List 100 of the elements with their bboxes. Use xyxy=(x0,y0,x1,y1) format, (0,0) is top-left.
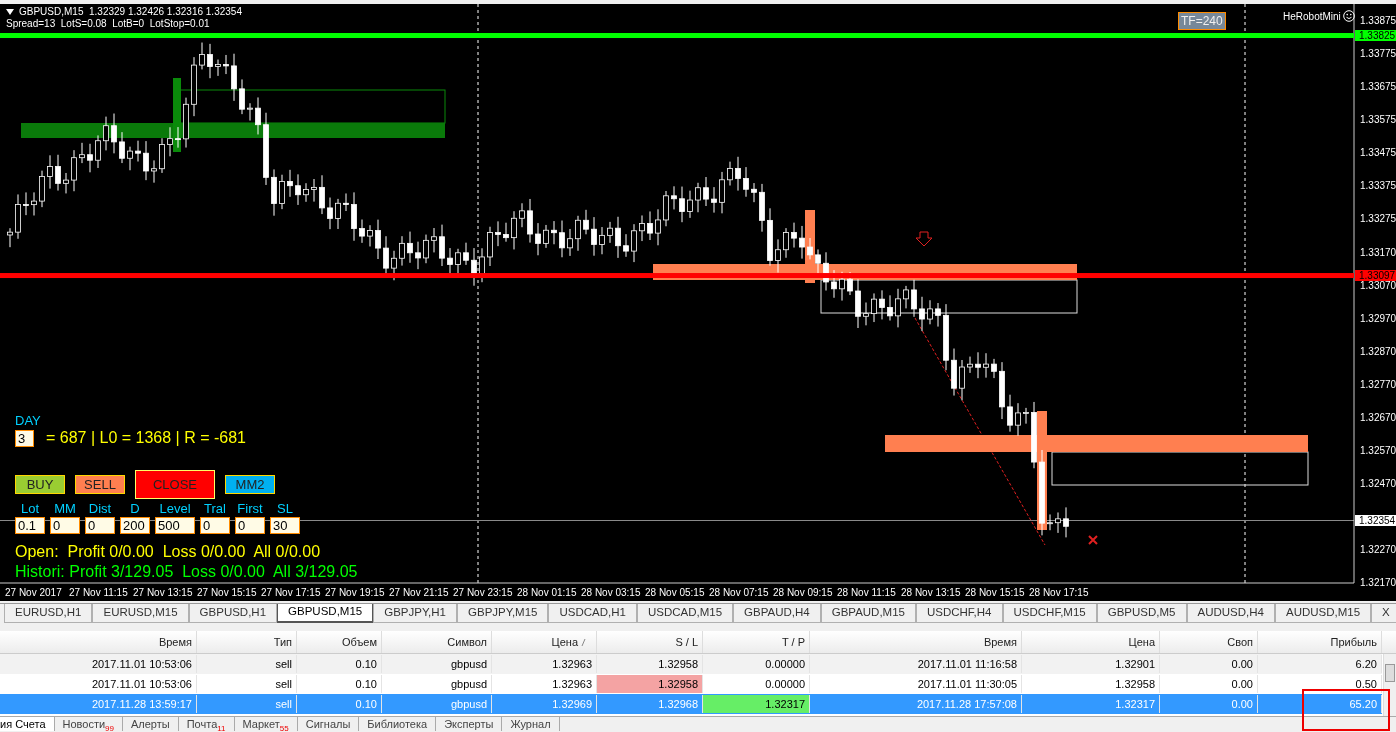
column-header[interactable]: Цена xyxy=(1022,631,1160,654)
terminal-tab[interactable]: Почта$_{11}$ xyxy=(178,717,235,732)
table-row[interactable]: 2017.11.28 13:59:17 sell 0.10 gbpusd 1.32969 1.32968 1.32317 2017.11.28 17:57:08 1.32317 0.00 65.20 xyxy=(0,694,1382,715)
chart-tab[interactable]: GBPUSD,M5 xyxy=(1096,604,1187,624)
chart-tab[interactable]: USDCHF,H4 xyxy=(916,604,1003,624)
column-header[interactable]: S / L xyxy=(597,631,703,654)
param-label: SL xyxy=(277,502,293,516)
chart-tab[interactable]: GBPAUD,H4 xyxy=(733,604,821,624)
scrollbar[interactable] xyxy=(1383,654,1396,717)
terminal-tab[interactable]: Сигналы xyxy=(297,717,360,732)
table-cell: sell xyxy=(197,655,297,674)
price-tick-label: 1.33675 xyxy=(1360,80,1396,92)
table-cell: 0.10 xyxy=(297,655,382,674)
candle xyxy=(607,221,613,244)
time-tick-label: 27 Nov 15:15 xyxy=(197,587,257,598)
chart-tab[interactable]: GBPAUD,M15 xyxy=(820,604,916,624)
column-header[interactable]: Объем xyxy=(297,631,382,654)
price-tick-label: 1.32670 xyxy=(1360,412,1396,424)
candle xyxy=(567,228,573,257)
param-field[interactable]: 0 xyxy=(200,517,230,534)
param-field[interactable]: 500 xyxy=(155,517,195,534)
time-tick-label: 28 Nov 05:15 xyxy=(645,587,705,598)
table-cell: sell xyxy=(197,675,297,694)
chart-tab[interactable]: X xyxy=(1371,604,1396,624)
price-tick-label: 1.32170 xyxy=(1360,577,1396,589)
terminal-tab[interactable]: ия Счета xyxy=(0,717,55,732)
trade-button[interactable]: SELL xyxy=(75,475,125,494)
trade-button[interactable]: CLOSE xyxy=(135,470,215,499)
param-field[interactable]: 0 xyxy=(85,517,115,534)
candle xyxy=(143,140,149,181)
chart-tab[interactable]: USDCHF,M15 xyxy=(1002,604,1097,624)
table-cell: gbpusd xyxy=(382,695,492,714)
param-field[interactable]: 30 xyxy=(270,517,300,534)
candle xyxy=(671,185,677,210)
candle xyxy=(1007,394,1013,433)
candle xyxy=(887,294,893,321)
candle xyxy=(335,198,341,230)
candle xyxy=(767,207,773,267)
candle xyxy=(39,170,45,208)
candle xyxy=(1023,407,1029,425)
table-cell: 0.10 xyxy=(297,675,382,694)
candle xyxy=(247,102,253,122)
column-header[interactable]: Время xyxy=(810,631,1022,654)
terminal-tab[interactable]: Алерты xyxy=(123,717,179,732)
price-tick-label: 1.32570 xyxy=(1360,445,1396,457)
column-header[interactable]: Тип xyxy=(197,631,297,654)
param-field[interactable]: 0 xyxy=(235,517,265,534)
table-row[interactable]: 2017.11.01 10:53:06 sell 0.10 gbpusd 1.32963 1.32958 0.00000 2017.11.01 11:30:05 1.32958 0.00 0.50 xyxy=(0,674,1382,695)
table-cell: 1.32969 xyxy=(492,695,597,714)
candle xyxy=(1031,401,1037,469)
terminal-tab[interactable]: Маркет$_{55}$ xyxy=(234,717,298,732)
param-field[interactable]: 0.1 xyxy=(15,517,45,534)
terminal-tab[interactable]: Новости$_{99}$ xyxy=(54,717,123,732)
chart-tab[interactable]: USDCAD,H1 xyxy=(548,604,637,624)
dropdown-caret-icon[interactable] xyxy=(6,9,14,15)
chart-tab[interactable]: USDCAD,M15 xyxy=(636,604,734,624)
candle xyxy=(695,182,701,213)
candle xyxy=(367,224,373,247)
param-field[interactable]: 200 xyxy=(120,517,150,534)
candle xyxy=(847,271,853,296)
candle xyxy=(151,159,157,184)
period-label: DAY xyxy=(15,414,41,428)
column-header[interactable]: Время xyxy=(0,631,197,654)
candle xyxy=(439,224,445,267)
param-field[interactable]: 0 xyxy=(50,517,80,534)
time-tick-label: 27 Nov 19:15 xyxy=(325,587,385,598)
table-row[interactable]: 2017.11.01 10:53:06 sell 0.10 gbpusd 1.32963 1.32958 0.00000 2017.11.01 11:16:58 1.32901 0.00 6.20 xyxy=(0,654,1382,675)
chart-tab[interactable]: GBPUSD,M15 xyxy=(277,604,374,624)
candle xyxy=(583,209,589,235)
chart-tab[interactable]: AUDUSD,H4 xyxy=(1186,604,1275,624)
price-tick-label: 1.33875 xyxy=(1360,15,1396,27)
candle xyxy=(679,186,685,223)
chart-tab[interactable]: EURUSD,M15 xyxy=(92,604,189,624)
candle xyxy=(839,271,845,302)
candle xyxy=(543,224,549,249)
column-header[interactable]: Цена xyxy=(492,631,597,654)
chart-tab[interactable]: GBPJPY,H1 xyxy=(373,604,457,624)
time-tick-label: 28 Nov 17:15 xyxy=(1029,587,1089,598)
chart-tab[interactable]: EURUSD,H1 xyxy=(4,604,93,624)
table-cell: gbpusd xyxy=(382,655,492,674)
price-tick-label: 1.33375 xyxy=(1360,179,1396,191)
price-tick-label: 1.32870 xyxy=(1360,346,1396,358)
down-arrow-icon xyxy=(915,231,933,247)
param-label: MM xyxy=(54,502,76,516)
column-header[interactable]: T / P xyxy=(703,631,810,654)
param-label: D xyxy=(130,502,140,516)
terminal-tab[interactable]: Эксперты xyxy=(436,717,503,732)
candle xyxy=(871,292,877,323)
candle xyxy=(719,171,725,214)
chart-tab[interactable]: GBPJPY,M15 xyxy=(457,604,549,624)
chart-tab[interactable]: AUDUSD,M15 xyxy=(1274,604,1372,624)
trade-button[interactable]: BUY xyxy=(15,475,65,494)
terminal-tab[interactable]: Библиотека xyxy=(359,717,437,732)
candle xyxy=(735,156,741,192)
candle xyxy=(663,190,669,227)
column-header[interactable]: Символ xyxy=(382,631,492,654)
column-header[interactable]: Прибыль xyxy=(1258,631,1382,654)
terminal-tab[interactable]: Журнал xyxy=(502,717,560,732)
column-header[interactable]: Своп xyxy=(1160,631,1258,654)
trade-button[interactable]: MM2 xyxy=(225,475,275,494)
